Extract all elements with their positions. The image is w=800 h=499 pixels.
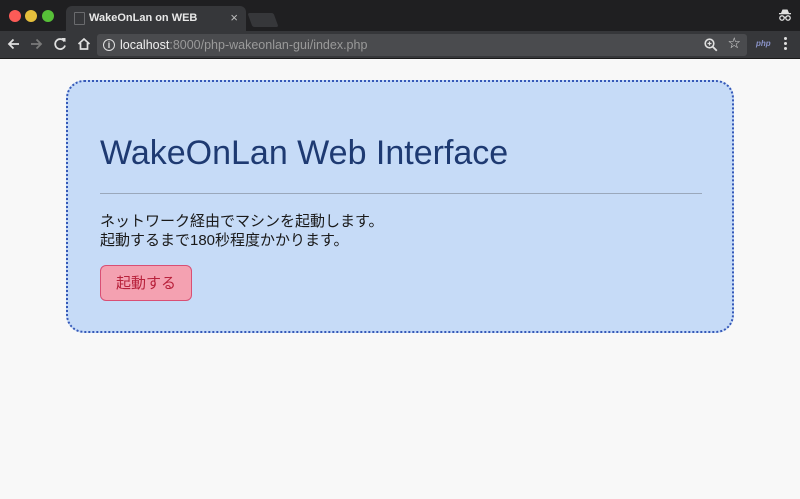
window-titlebar: WakeOnLan on WEB ×	[0, 0, 800, 31]
browser-toolbar: i localhost:8000/php-wakeonlan-gui/index…	[0, 31, 800, 59]
page-icon	[74, 12, 85, 25]
zoom-icon[interactable]	[703, 37, 719, 53]
minimize-window-button[interactable]	[25, 10, 37, 22]
more-vert-icon[interactable]	[782, 36, 788, 52]
url-host: localhost	[120, 38, 170, 52]
php-extension-icon[interactable]: php	[756, 39, 771, 48]
url-path: :8000/php-wakeonlan-gui/index.php	[169, 38, 368, 52]
wake-button[interactable]: 起動する	[100, 265, 192, 301]
close-window-button[interactable]	[9, 10, 21, 22]
incognito-icon[interactable]	[778, 8, 792, 22]
tab-title: WakeOnLan on WEB	[89, 12, 198, 24]
address-bar[interactable]: i localhost:8000/php-wakeonlan-gui/index…	[97, 34, 747, 56]
reload-icon[interactable]	[52, 36, 68, 52]
wol-card: WakeOnLan Web Interface ネットワーク経由でマシンを起動し…	[66, 80, 734, 333]
maximize-window-button[interactable]	[42, 10, 54, 22]
url-text[interactable]: localhost:8000/php-wakeonlan-gui/index.p…	[120, 38, 367, 52]
description-line-2: 起動するまで180秒程度かかります。	[100, 232, 349, 249]
back-arrow-icon[interactable]	[6, 36, 22, 52]
forward-arrow-icon[interactable]	[28, 36, 44, 52]
description-line-1: ネットワーク経由でマシンを起動します。	[100, 213, 384, 230]
description: ネットワーク経由でマシンを起動します。 起動するまで180秒程度かかります。	[100, 212, 384, 250]
page-title: WakeOnLan Web Interface	[100, 134, 509, 172]
new-tab-button[interactable]	[247, 13, 279, 27]
browser-tab[interactable]: WakeOnLan on WEB ×	[66, 6, 246, 31]
divider	[100, 193, 702, 194]
star-icon[interactable]: ☆	[728, 35, 741, 53]
info-icon[interactable]: i	[103, 39, 115, 51]
home-icon[interactable]	[76, 36, 92, 52]
tab-close-icon[interactable]: ×	[230, 10, 238, 26]
